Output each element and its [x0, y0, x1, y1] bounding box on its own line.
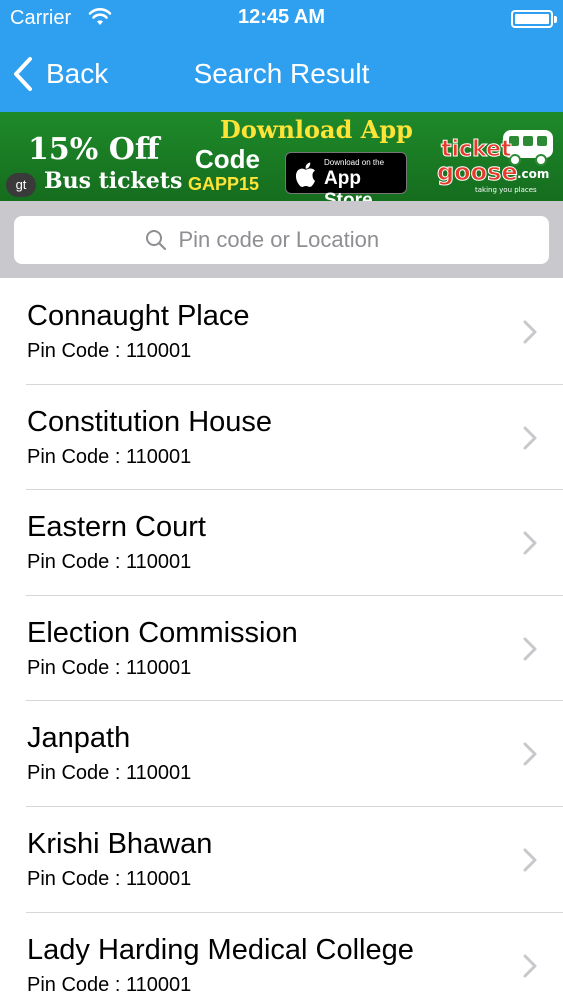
chevron-right-icon	[523, 848, 537, 872]
chevron-right-icon	[523, 531, 537, 555]
chevron-right-icon	[523, 320, 537, 344]
list-item[interactable]: Lady Harding Medical College Pin Code : …	[0, 912, 563, 1000]
list-item[interactable]: Janpath Pin Code : 110001	[0, 700, 563, 807]
location-name: Krishi Bhawan	[27, 827, 213, 860]
chevron-right-icon	[523, 637, 537, 661]
top-bar: Carrier 12:45 AM Back Search Result	[0, 0, 563, 112]
search-bar-container	[0, 201, 563, 278]
results-list: Connaught Place Pin Code : 110001 Consti…	[0, 278, 563, 1000]
pin-code: Pin Code : 110001	[27, 340, 192, 362]
chevron-right-icon	[523, 426, 537, 450]
banner-code-label: Code	[195, 144, 260, 174]
pin-code: Pin Code : 110001	[27, 762, 192, 785]
banner-subtitle: Bus tickets	[44, 168, 183, 194]
search-input[interactable]	[178, 227, 419, 253]
app-store-badge[interactable]: Download on the App Store	[285, 152, 407, 201]
apple-icon	[295, 162, 315, 187]
list-item[interactable]: Krishi Bhawan Pin Code : 110001	[0, 806, 563, 913]
search-icon	[145, 230, 166, 251]
banner-offer: 15% Off	[28, 132, 160, 167]
battery-icon	[511, 10, 557, 28]
pin-code: Pin Code : 110001	[27, 973, 192, 996]
location-name: Constitution House	[27, 405, 273, 438]
banner-badge: gt	[6, 173, 36, 197]
location-name: Janpath	[27, 722, 131, 755]
svg-text:taking you places: taking you places	[475, 186, 537, 194]
pin-code: Pin Code : 110001	[27, 656, 192, 679]
list-item[interactable]: Eastern Court Pin Code : 110001	[0, 489, 563, 596]
promo-banner[interactable]: Download App 15% Off gt Bus tickets Code…	[0, 112, 563, 201]
pin-code: Pin Code : 110001	[27, 445, 192, 468]
location-name: Election Commission	[27, 616, 298, 649]
pin-code: Pin Code : 110001	[27, 867, 192, 890]
ticketgoose-logo: ticket goose .com taking you places	[437, 130, 553, 194]
list-item[interactable]: Election Commission Pin Code : 110001	[0, 595, 563, 702]
banner-code-value: GAPP15	[188, 174, 260, 194]
navigation-bar: Back Search Result	[0, 38, 563, 112]
list-item[interactable]: Connaught Place Pin Code : 110001	[0, 278, 563, 385]
pin-code: Pin Code : 110001	[27, 551, 192, 574]
status-bar: Carrier 12:45 AM	[0, 0, 563, 38]
location-name: Eastern Court	[27, 511, 206, 544]
app-store-text: App Store	[324, 168, 373, 201]
app-store-small-text: Download on the	[324, 158, 385, 167]
svg-text:goose: goose	[437, 158, 518, 186]
clock: 12:45 AM	[237, 6, 326, 28]
page-title: Search Result	[193, 58, 370, 89]
svg-text:.com: .com	[517, 167, 549, 181]
list-item[interactable]: Constitution House Pin Code : 110001	[0, 384, 563, 491]
search-field[interactable]	[14, 216, 549, 264]
banner-headline: Download App	[220, 115, 413, 144]
chevron-right-icon	[523, 954, 537, 978]
chevron-right-icon	[523, 742, 537, 766]
location-name: Lady Harding Medical College	[27, 933, 414, 966]
location-name: Connaught Place	[27, 300, 250, 332]
